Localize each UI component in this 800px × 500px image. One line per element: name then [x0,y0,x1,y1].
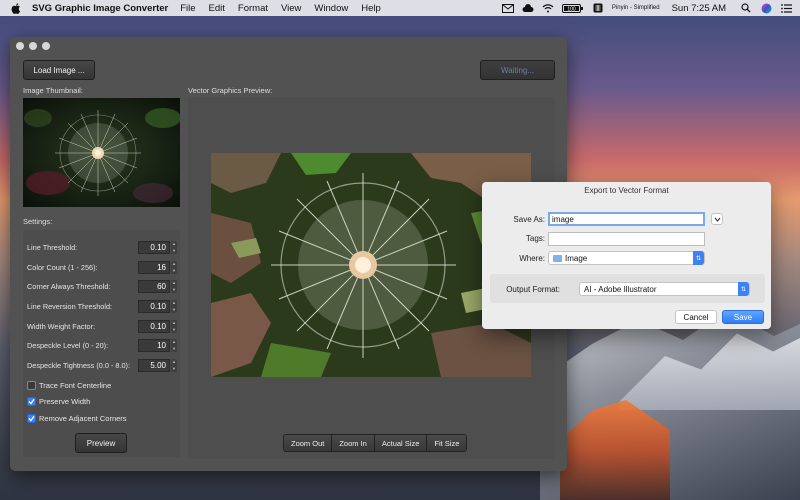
output-format-value: AI - Adobe Illustrator [584,284,657,294]
corner-always-threshold-stepper[interactable]: ▲ ▼ [171,279,177,293]
pinyin-input-icon[interactable] [592,3,604,14]
menubar-clock[interactable]: Sun 7:25 AM [672,3,726,14]
setting-label: Despeckle Level (0 - 20): [27,340,109,350]
setting-line-reversion-threshold: Line Reversion Threshold: 0.10 ▲ ▼ [27,299,177,313]
color-count-field[interactable]: 16 [138,260,170,274]
output-format-label: Output Format: [506,285,560,294]
corner-always-threshold-field[interactable]: 60 [138,279,170,293]
tags-label: Tags: [525,234,545,243]
save-as-input[interactable]: image [548,212,705,226]
menu-view[interactable]: View [281,3,301,14]
settings-label: Settings: [23,217,53,226]
cloud-icon[interactable] [522,3,534,14]
save-button[interactable]: Save [722,310,764,324]
where-popup[interactable]: Image ⇅ [548,251,705,265]
wifi-icon[interactable] [542,3,554,14]
popup-arrows-icon: ⇅ [738,282,749,296]
output-format-section: Output Format: AI - Adobe Illustrator ⇅ [490,274,765,303]
setting-corner-always-threshold: Corner Always Threshold: 60 ▲ ▼ [27,279,177,293]
setting-label: Color Count (1 - 256): [27,262,98,272]
thumbnail-label: Image Thumbnail: [23,86,83,95]
despeckle-level-field[interactable]: 10 [138,338,170,352]
checkbox-label: Remove Adjacent Corners [39,413,127,423]
menu-file[interactable]: File [180,3,195,14]
where-value: Image [565,253,588,263]
where-label: Where: [519,254,545,263]
line-reversion-threshold-stepper[interactable]: ▲ ▼ [171,299,177,313]
checkbox-box[interactable] [27,380,36,390]
despeckle-tightness-field[interactable]: 5.00 [138,358,170,372]
folder-icon [553,254,562,262]
fit-size-button[interactable]: Fit Size [427,435,467,451]
preview-button[interactable]: Preview [75,433,127,453]
mail-icon[interactable] [501,3,514,14]
setting-line-threshold: Line Threshold: 0.10 ▲ ▼ [27,240,177,254]
image-thumbnail [23,98,180,207]
width-weight-factor-stepper[interactable]: ▲ ▼ [171,319,177,333]
save-as-label: Save As: [513,215,545,224]
checkbox-label: Preserve Width [39,396,91,406]
apple-menu-icon[interactable] [10,2,22,14]
setting-label: Width Weight Factor: [27,321,95,331]
zoom-in-button[interactable]: Zoom In [332,435,375,451]
zoom-controls: Zoom Out Zoom In Actual Size Fit Size [283,434,468,452]
app-name-menu[interactable]: SVG Graphic Image Converter [32,3,168,14]
preserve-width-checkbox[interactable]: Preserve Width [27,395,90,407]
line-threshold-field[interactable]: 0.10 [138,240,170,254]
load-image-button[interactable]: Load Image ... [23,60,95,80]
minimize-window-button[interactable] [29,42,37,50]
input-source-label[interactable]: Pinyin - Simplified [612,5,660,11]
battery-icon[interactable]: 100 [561,3,584,14]
expand-dialog-button[interactable] [711,213,723,225]
remove-adjacent-corners-checkbox[interactable]: Remove Adjacent Corners [27,412,127,424]
menu-help[interactable]: Help [361,3,381,14]
menu-bar: SVG Graphic Image Converter File Edit Fo… [0,0,800,16]
window-controls [16,42,50,50]
setting-width-weight-factor: Width Weight Factor: 0.10 ▲ ▼ [27,319,177,333]
waiting-status-button[interactable]: Waiting... [480,60,555,80]
checkbox-box[interactable] [27,396,36,406]
status-area: 100 Pinyin - Simplified Sun 7:25 AM [501,3,792,14]
export-dialog: Export to Vector Format Save As: image T… [482,182,771,329]
settings-panel: Line Threshold: 0.10 ▲ ▼ Color Count (1 -… [23,230,180,457]
setting-label: Corner Always Threshold: [27,281,111,291]
despeckle-tightness-stepper[interactable]: ▲ ▼ [171,358,177,372]
width-weight-factor-field[interactable]: 0.10 [138,319,170,333]
checkbox-box[interactable] [27,413,36,423]
color-count-stepper[interactable]: ▲ ▼ [171,260,177,274]
line-reversion-threshold-field[interactable]: 0.10 [138,299,170,313]
popup-arrows-icon: ⇅ [693,251,704,265]
menu-edit[interactable]: Edit [209,3,225,14]
setting-label: Line Reversion Threshold: [27,301,113,311]
output-format-popup[interactable]: AI - Adobe Illustrator ⇅ [579,282,750,296]
cancel-button[interactable]: Cancel [675,310,717,324]
menu-window[interactable]: Window [314,3,348,14]
zoom-out-button[interactable]: Zoom Out [284,435,333,451]
setting-despeckle-tightness: Despeckle Tightness (0.0 - 8.0): 5.00 ▲ ▼ [27,358,177,372]
setting-label: Despeckle Tightness (0.0 - 8.0): [27,360,131,370]
vector-preview-label: Vector Graphics Preview: [188,86,273,95]
actual-size-button[interactable]: Actual Size [374,435,428,451]
menu-format[interactable]: Format [238,3,268,14]
notification-center-icon[interactable] [780,3,792,14]
setting-despeckle-level: Despeckle Level (0 - 20): 10 ▲ ▼ [27,338,177,352]
setting-color-count: Color Count (1 - 256): 16 ▲ ▼ [27,260,177,274]
close-window-button[interactable] [16,42,24,50]
checkbox-label: Trace Font Centerline [39,380,112,390]
siri-icon[interactable] [760,3,772,14]
despeckle-level-stepper[interactable]: ▲ ▼ [171,338,177,352]
dialog-title: Export to Vector Format [584,186,669,195]
trace-font-centerline-checkbox[interactable]: Trace Font Centerline [27,379,111,391]
setting-label: Line Threshold: [27,242,78,252]
battery-level: 100 [567,6,576,12]
tags-input[interactable] [548,232,705,246]
line-threshold-stepper[interactable]: ▲ ▼ [171,240,177,254]
spotlight-search-icon[interactable] [740,3,752,14]
zoom-window-button[interactable] [42,42,50,50]
